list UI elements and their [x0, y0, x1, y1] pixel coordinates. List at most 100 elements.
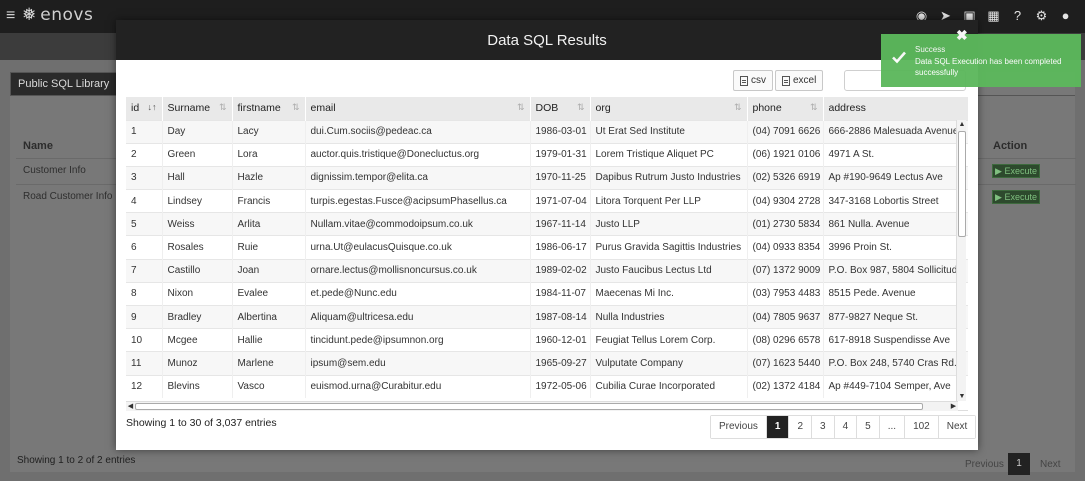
close-icon[interactable]: ✖ — [956, 27, 968, 44]
scroll-thumb[interactable] — [135, 403, 923, 410]
pagination: Previous 1 2 3 4 5... 102 Next — [710, 415, 977, 439]
column-header-label: org — [595, 102, 611, 115]
pagination-page[interactable]: 1 — [1008, 453, 1030, 475]
scroll-down-icon[interactable]: ▼ — [957, 392, 967, 401]
cell-email: euismod.urna@Curabitur.edu — [305, 374, 531, 399]
cell-surname: Blevins — [162, 374, 233, 399]
table-row[interactable]: 9 Bradley Albertina Aliquam@ultricesa.edu 19… — [126, 304, 968, 329]
sort-icon[interactable]: ⇅ — [292, 102, 300, 113]
gear-icon[interactable]: ⚙ — [1034, 8, 1049, 23]
scroll-thumb[interactable] — [958, 131, 966, 237]
cell-dob: 1979-01-31 — [530, 142, 591, 167]
table-row[interactable]: 11 Munoz Marlene ipsum@sem.edu 1965-09-27 Vul… — [126, 351, 968, 376]
export-csv-button[interactable]: csv — [733, 70, 773, 91]
cell-firstname: Hallie — [232, 328, 306, 352]
table-row[interactable]: 5 Weiss Arlita Nullam.vitae@commodoipsum.co… — [126, 212, 968, 236]
column-header-label: DOB — [535, 102, 559, 115]
pagination-page[interactable]: 3 — [812, 416, 835, 438]
table-row[interactable]: 7 Castillo Joan ornare.lectus@mollisnoncurs… — [126, 258, 968, 283]
cell-id: 2 — [126, 142, 163, 167]
cell-firstname: Vasco — [232, 374, 306, 399]
cell-dob: 1970-11-25 — [530, 165, 591, 190]
column-header-address[interactable]: address — [823, 97, 968, 120]
horizontal-scrollbar[interactable]: ◀ ▶ — [126, 401, 958, 411]
cell-firstname: Ruie — [232, 235, 306, 260]
cell-email: Nullam.vitae@commodoipsum.co.uk — [305, 212, 531, 236]
execute-button[interactable]: ▶ Execute — [992, 164, 1040, 178]
table-row[interactable]: 12 Blevins Vasco euismod.urna@Curabitur.edu… — [126, 374, 968, 399]
column-header-phone[interactable]: phone ⇅ — [747, 97, 824, 120]
cell-address: P.O. Box 987, 5804 Sollicitudin — [823, 258, 968, 283]
column-header-surname[interactable]: Surname ⇅ — [162, 97, 233, 120]
user-icon[interactable]: ● — [1058, 8, 1073, 23]
pagination-page[interactable]: 5 — [857, 416, 880, 438]
cell-firstname: Marlene — [232, 351, 306, 376]
column-header-email[interactable]: email ⇅ — [305, 97, 531, 120]
cell-phone: (01) 2730 5834 — [747, 212, 824, 236]
truck-icon[interactable]: ▦ — [986, 8, 1001, 23]
app-logo[interactable]: ❅ enovs — [22, 5, 93, 25]
scroll-right-icon[interactable]: ▶ — [949, 402, 958, 411]
cell-org: Cubilia Curae Incorporated — [590, 374, 748, 399]
cell-id: 11 — [126, 351, 163, 376]
pagination-previous[interactable]: Previous — [965, 459, 1004, 470]
scroll-up-icon[interactable]: ▲ — [957, 120, 967, 129]
modal-header: Data SQL Results — [116, 20, 978, 60]
cell-firstname: Arlita — [232, 212, 306, 236]
table-row[interactable]: 6 Rosales Ruie urna.Ut@eulacusQuisque.co.uk… — [126, 235, 968, 260]
table-body: 1 Day Lacy dui.Cum.sociis@pedeac.ca 1986-03-… — [126, 119, 968, 399]
column-header-action: Action — [993, 140, 1028, 152]
export-excel-button[interactable]: excel — [775, 70, 824, 91]
column-header-org[interactable]: org ⇅ — [590, 97, 748, 120]
sort-asc-icon[interactable]: ↓↑ — [148, 102, 157, 112]
pagination-page[interactable]: 1 — [766, 416, 790, 438]
tab-public-sql-library[interactable]: Public SQL Library — [10, 72, 118, 96]
pagination-previous[interactable]: Previous — [711, 416, 767, 438]
cell-email: urna.Ut@eulacusQuisque.co.uk — [305, 235, 531, 260]
pagination-page[interactable]: 102 — [905, 416, 939, 438]
column-header-dob[interactable]: DOB ⇅ — [530, 97, 591, 120]
document-icon — [740, 75, 748, 86]
sort-icon[interactable]: ⇅ — [810, 102, 818, 113]
library-row-name: Road Customer Info — [23, 191, 113, 202]
column-header-id[interactable]: id ↓↑ — [126, 97, 163, 120]
cell-phone: (07) 1372 9009 — [747, 258, 824, 283]
cell-id: 3 — [126, 165, 163, 190]
cell-address: 861 Nulla. Avenue — [823, 212, 968, 236]
success-toast: ✖ Success Data SQL Execution has been co… — [881, 27, 1081, 87]
cell-phone: (06) 1921 0106 — [747, 142, 824, 167]
pagination-next[interactable]: Next — [938, 416, 976, 438]
column-header-firstname[interactable]: firstname ⇅ — [232, 97, 306, 120]
pagination-page[interactable]: 2 — [789, 416, 813, 438]
cell-id: 7 — [126, 258, 163, 283]
pagination-ellipsis: ... — [879, 416, 906, 438]
scroll-left-icon[interactable]: ◀ — [126, 402, 135, 411]
sort-icon[interactable]: ⇅ — [517, 102, 525, 113]
toast-message: Data SQL Execution has been completed su… — [915, 57, 1062, 77]
execute-button[interactable]: ▶ Execute — [992, 190, 1040, 204]
cell-address: 8515 Pede. Avenue — [823, 281, 968, 306]
pagination-page[interactable]: 4 — [834, 416, 858, 438]
cell-org: Justo LLP — [590, 212, 748, 236]
help-icon[interactable]: ? — [1010, 8, 1025, 23]
vertical-scrollbar[interactable]: ▲ ▼ — [956, 120, 966, 401]
cell-org: Justo Faucibus Lectus Ltd — [590, 258, 748, 283]
sort-icon[interactable]: ⇅ — [219, 102, 227, 113]
table-row[interactable]: 1 Day Lacy dui.Cum.sociis@pedeac.ca 1986-03-… — [126, 119, 968, 144]
menu-icon[interactable]: ≡ — [6, 8, 15, 24]
cell-firstname: Albertina — [232, 304, 306, 329]
table-row[interactable]: 4 Lindsey Francis turpis.egestas.Fusce@acip… — [126, 189, 968, 213]
cell-address: 4971 A St. — [823, 142, 968, 167]
cell-address: 617-8918 Suspendisse Ave — [823, 328, 968, 352]
table-row[interactable]: 10 Mcgee Hallie tincidunt.pede@ipsumnon.org… — [126, 328, 968, 352]
pagination-next[interactable]: Next — [1040, 459, 1061, 470]
table-row[interactable]: 2 Green Lora auctor.quis.tristique@Donecluc… — [126, 142, 968, 167]
table-row[interactable]: 8 Nixon Evalee et.pede@Nunc.edu 1984-11-07 Ma… — [126, 281, 968, 306]
sort-icon[interactable]: ⇅ — [734, 102, 742, 113]
cell-id: 12 — [126, 374, 163, 399]
cell-address: Ap #190-9649 Lectus Ave — [823, 165, 968, 190]
cell-dob: 1965-09-27 — [530, 351, 591, 376]
column-header-name[interactable]: Name — [23, 140, 53, 152]
sort-icon[interactable]: ⇅ — [577, 102, 585, 113]
table-row[interactable]: 3 Hall Hazle dignissim.tempor@elita.ca 1970-… — [126, 165, 968, 190]
